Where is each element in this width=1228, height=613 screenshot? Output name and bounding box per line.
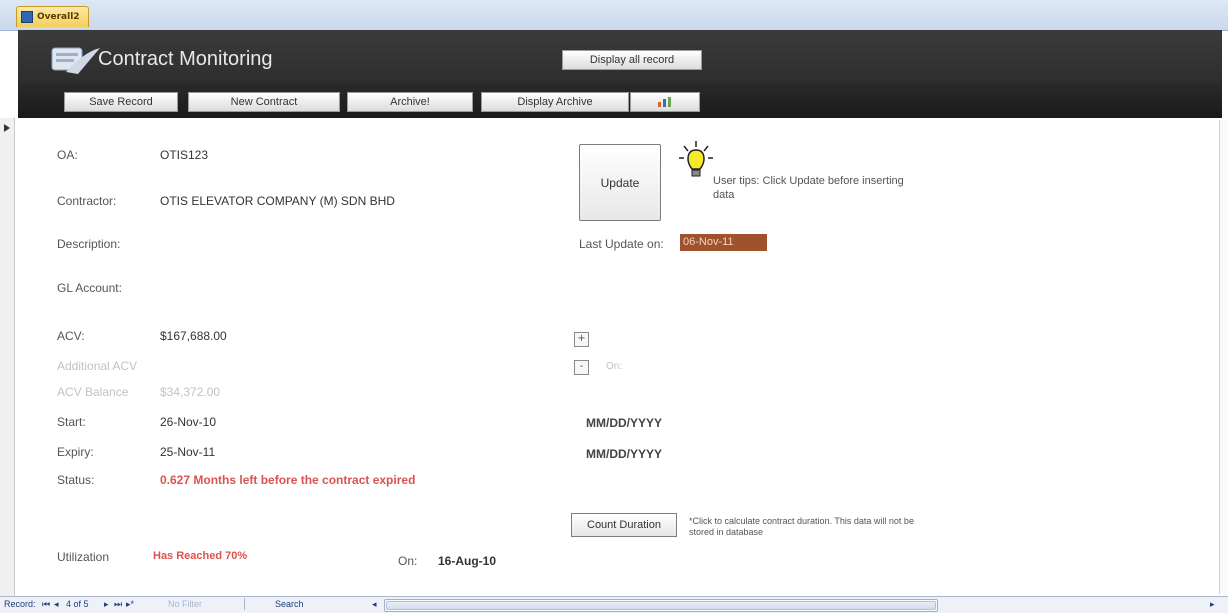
page-title: Contract Monitoring <box>98 48 273 70</box>
oa-label: OA: <box>57 148 78 162</box>
prev-record-icon[interactable]: ◂ <box>54 599 59 610</box>
scroll-left-icon[interactable]: ◂ <box>372 599 377 610</box>
current-record-field[interactable]: 4 of 5 <box>66 599 89 609</box>
record-selector[interactable] <box>0 118 15 596</box>
utilization-label: Utilization <box>57 550 110 564</box>
status-field: 0.627 Months left before the contract ex… <box>160 473 416 487</box>
utilization-on-label: On: <box>398 554 418 568</box>
start-field[interactable]: 26-Nov-10 <box>160 415 216 429</box>
first-record-icon[interactable]: ⏮ <box>42 599 50 610</box>
form-icon <box>21 11 33 23</box>
update-button[interactable]: Update <box>579 144 661 221</box>
contract-detail-form: OA: OTIS123 Contractor: OTIS ELEVATOR CO… <box>18 118 1222 596</box>
tab-overall2[interactable]: Overall2 <box>16 6 89 27</box>
expiry-date-input[interactable]: MM/DD/YYYY <box>586 447 662 461</box>
oa-field[interactable]: OTIS123 <box>160 148 208 162</box>
save-record-button[interactable]: Save Record <box>64 92 178 112</box>
count-duration-note: *Click to calculate contract duration. T… <box>689 516 914 537</box>
scroll-thumb[interactable] <box>386 601 936 610</box>
last-update-label: Last Update on: <box>579 237 664 251</box>
chart-icon <box>658 97 671 107</box>
display-all-record-button[interactable]: Display all record <box>562 50 702 70</box>
add-acv-button[interactable]: + <box>574 332 589 347</box>
contractor-field[interactable]: OTIS ELEVATOR COMPANY (M) SDN BHD <box>160 194 395 208</box>
lightbulb-icon <box>679 141 713 177</box>
horizontal-scrollbar[interactable] <box>384 599 938 612</box>
new-contract-button[interactable]: New Contract <box>188 92 340 112</box>
contractor-label: Contractor: <box>57 194 117 208</box>
document-tab-bar: Overall2 <box>0 0 1228 31</box>
acv-on-label: On: <box>606 361 623 372</box>
start-date-input[interactable]: MM/DD/YYYY <box>586 416 662 430</box>
tab-label: Overall2 <box>37 12 80 22</box>
contract-logo-icon <box>51 47 100 74</box>
additional-acv-label: Additional ACV <box>57 359 138 373</box>
last-update-field[interactable]: 06-Nov-11 <box>680 234 767 251</box>
current-record-icon <box>4 124 10 132</box>
user-tip-text: User tips: Click Update before inserting… <box>713 175 904 201</box>
gl-account-label: GL Account: <box>57 281 122 295</box>
expiry-field[interactable]: 25-Nov-11 <box>160 445 215 459</box>
scroll-right-icon[interactable]: ▸ <box>1210 599 1215 610</box>
form-header: Contract Monitoring Display all record S… <box>18 30 1222 118</box>
expiry-label: Expiry: <box>57 445 94 459</box>
search-box[interactable]: Search <box>244 598 304 610</box>
next-record-icon[interactable]: ▸ <box>104 599 109 610</box>
new-record-icon[interactable]: ▸* <box>126 599 134 610</box>
record-navigation-bar: Record: ⏮ ◂ 4 of 5 ▸ ⏭ ▸* No Filter Sear… <box>0 596 1228 613</box>
utilization-field: Has Reached 70% <box>153 550 248 562</box>
acv-label: ACV: <box>57 329 85 343</box>
subtract-acv-button[interactable]: - <box>574 360 589 375</box>
vertical-scrollbar[interactable] <box>1219 120 1228 594</box>
utilization-date-field[interactable]: 16-Aug-10 <box>438 554 496 568</box>
count-duration-button[interactable]: Count Duration <box>571 513 677 537</box>
acv-balance-label: ACV Balance <box>57 385 129 399</box>
last-record-icon[interactable]: ⏭ <box>114 599 122 610</box>
status-label: Status: <box>57 473 95 487</box>
record-label: Record: <box>4 599 36 609</box>
description-label: Description: <box>57 237 121 251</box>
report-button[interactable] <box>630 92 700 112</box>
start-label: Start: <box>57 415 86 429</box>
filter-status[interactable]: No Filter <box>168 599 202 609</box>
archive-button[interactable]: Archive! <box>347 92 473 112</box>
acv-balance-field[interactable]: $34,372.00 <box>160 385 220 399</box>
acv-field[interactable]: $167,688.00 <box>160 329 227 343</box>
display-archive-button[interactable]: Display Archive <box>481 92 629 112</box>
